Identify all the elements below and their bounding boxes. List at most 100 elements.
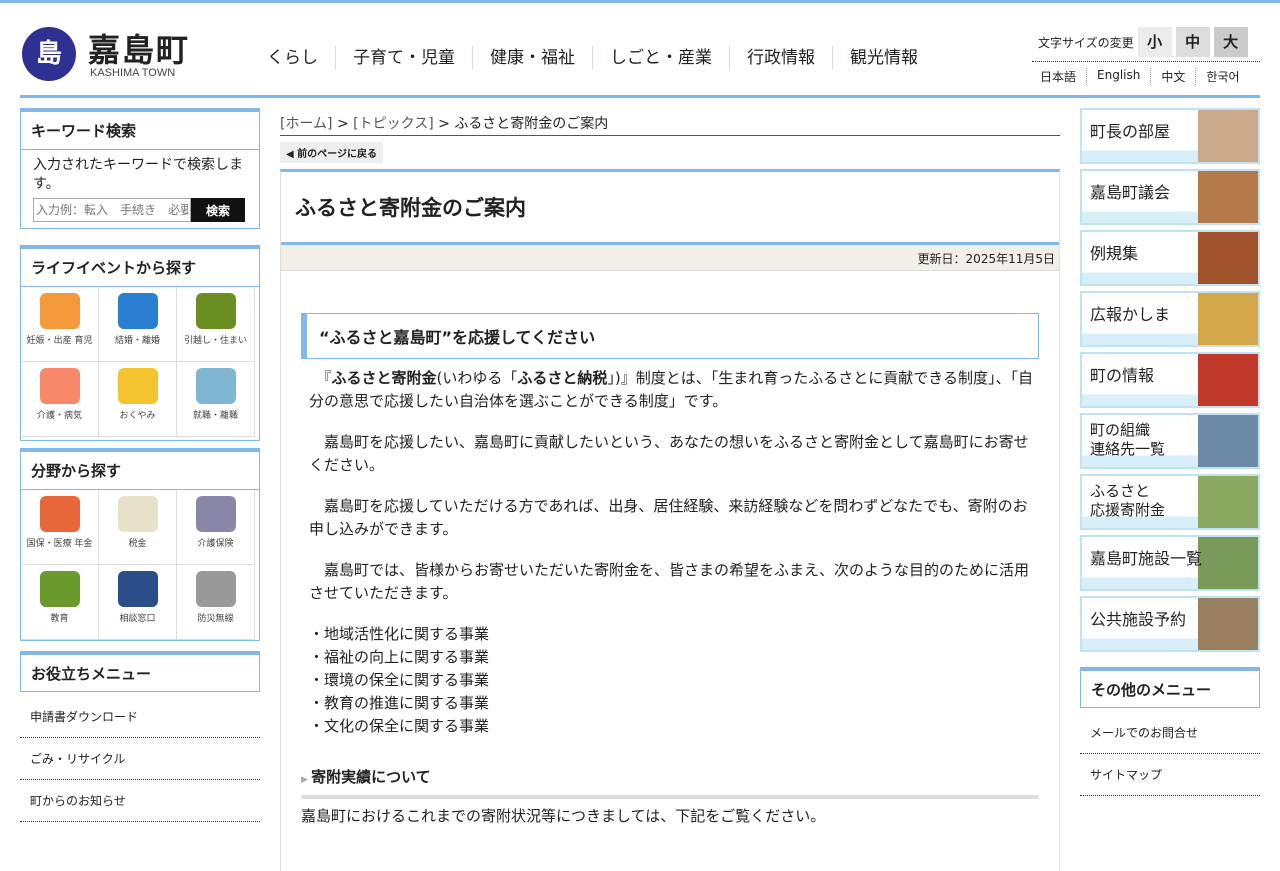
field-item-icon: [195, 571, 236, 607]
banner-label: 広報かしま: [1090, 305, 1171, 324]
list-item: ・文化の保全に関する事業: [309, 717, 490, 735]
field-item-label: 国保・医療 年金: [26, 539, 93, 549]
life-item[interactable]: 介護・病気: [21, 362, 99, 437]
banner-label: 町の情報: [1090, 366, 1155, 385]
paragraph-5: 嘉島町におけるこれまでの寄附状況等につきましては、下記をご覧ください。: [301, 807, 826, 825]
site-logo[interactable]: 島 嘉島町 KASHIMA TOWN: [22, 25, 192, 83]
life-item-icon: [117, 293, 158, 329]
field-box: 分野から探す 国保・医療 年金 税金 介護保険教育 相談窓口 防災無線: [20, 448, 260, 641]
field-item-icon: [39, 496, 80, 532]
field-item[interactable]: 防災無線: [177, 565, 255, 640]
banner-image: [1198, 537, 1258, 589]
menu-item-garbage[interactable]: ごみ・リサイクル: [20, 738, 260, 780]
breadcrumb-sep: >: [433, 116, 455, 132]
list-item: ・地域活性化に関する事業: [309, 625, 490, 643]
keyword-search: キーワード検索 入力されたキーワードで検索します。 検索: [20, 108, 260, 229]
field-item-icon: [195, 496, 236, 532]
nav-shigoto[interactable]: しごと・産業: [592, 46, 729, 70]
font-size-control: 文字サイズの変更 小 中 大: [1038, 27, 1248, 57]
banner-image: [1198, 598, 1258, 650]
search-input[interactable]: [33, 198, 191, 222]
menu-item-mail[interactable]: メールでのお問合せ: [1080, 712, 1260, 754]
field-item-label: 税金: [128, 539, 147, 549]
logo-subtitle: KASHIMA TOWN: [90, 67, 176, 79]
field-item-icon: [117, 571, 158, 607]
triangle-icon: ▶: [301, 775, 312, 785]
life-item-label: 結婚・離婚: [114, 336, 160, 346]
banner-8[interactable]: 公共施設予約: [1080, 596, 1260, 652]
banner-image: [1198, 110, 1258, 162]
menu-item-notice[interactable]: 町からのお知らせ: [20, 780, 260, 822]
field-item[interactable]: 教育: [21, 565, 99, 640]
lang-chinese[interactable]: 中文: [1150, 68, 1195, 85]
font-small-button[interactable]: 小: [1137, 27, 1172, 57]
menu-item-download[interactable]: 申請書ダウンロード: [20, 696, 260, 738]
paragraph-3: 嘉島町を応援していただける方であれば、出身、居住経験、来訪経験などを問わずどなた…: [309, 497, 1028, 538]
font-medium-button[interactable]: 中: [1175, 27, 1210, 57]
article-body: “ふるさと嘉島町”を応援してください 『ふるさと寄附金(いわゆる「ふるさと納税」…: [280, 271, 1060, 871]
banner-7[interactable]: 嘉島町施設一覧: [1080, 535, 1260, 591]
nav-kanko[interactable]: 観光情報: [832, 46, 935, 70]
banner-label: 嘉島町施設一覧: [1090, 549, 1203, 568]
font-size-label: 文字サイズの変更: [1038, 35, 1134, 50]
life-item[interactable]: おくやみ: [99, 362, 177, 437]
banner-label: 町長の部屋: [1090, 122, 1171, 141]
paragraph-1: 『ふるさと寄附金(いわゆる「ふるさと納税」)』制度とは、「生まれ育ったふるさとに…: [309, 369, 1033, 410]
life-item[interactable]: 妊娠・出産 育児: [21, 287, 99, 362]
field-title: 分野から探す: [21, 452, 259, 490]
banner-image: [1198, 354, 1258, 406]
header-divider: [20, 95, 1260, 98]
life-item[interactable]: 就職・離職: [177, 362, 255, 437]
arrow-left-icon: ◀: [286, 149, 298, 160]
banner-4[interactable]: 町の情報: [1080, 352, 1260, 408]
menu-item-sitemap[interactable]: サイトマップ: [1080, 754, 1260, 796]
life-item-icon: [195, 368, 236, 404]
keyword-search-title: キーワード検索: [21, 112, 259, 150]
life-item-icon: [39, 293, 80, 329]
banner-label: 嘉島町議会: [1090, 183, 1171, 202]
banner-5[interactable]: 町の組織 連絡先一覧: [1080, 413, 1260, 469]
banner-1[interactable]: 嘉島町議会: [1080, 169, 1260, 225]
life-item-label: 引越し・住まい: [183, 336, 247, 346]
other-menu: その他のメニュー メールでのお問合せ サイトマップ: [1080, 667, 1260, 796]
banner-image: [1198, 293, 1258, 345]
nav-kurashi[interactable]: くらし: [250, 46, 335, 70]
list-item: ・教育の推進に関する事業: [309, 694, 490, 712]
life-item[interactable]: 結婚・離婚: [99, 287, 177, 362]
nav-gyosei[interactable]: 行政情報: [729, 46, 832, 70]
paragraph-4: 嘉島町では、皆様からお寄せいただいた寄附金を、皆さまの希望をふまえ、次のような目…: [309, 561, 1030, 602]
field-item-label: 相談窓口: [119, 614, 156, 624]
other-menu-title: その他のメニュー: [1080, 667, 1260, 708]
life-item-icon: [39, 368, 80, 404]
banner-3[interactable]: 広報かしま: [1080, 291, 1260, 347]
field-item[interactable]: 税金: [99, 490, 177, 565]
lang-english[interactable]: English: [1086, 68, 1150, 85]
breadcrumb-topics[interactable]: [トピックス]: [353, 116, 434, 132]
search-button[interactable]: 検索: [191, 198, 245, 222]
field-item-label: 介護保険: [197, 539, 234, 549]
banner-label: 公共施設予約: [1090, 610, 1187, 629]
global-nav: くらし 子育て・児童 健康・福祉 しごと・産業 行政情報 観光情報: [250, 46, 935, 70]
nav-kenko[interactable]: 健康・福祉: [472, 46, 592, 70]
life-event-title: ライフイベントから探す: [21, 249, 259, 287]
banner-6[interactable]: ふるさと 応援寄附金: [1080, 474, 1260, 530]
back-button[interactable]: ◀ 前のページに戻る: [280, 142, 383, 163]
logo-mark: 島: [22, 27, 76, 81]
lang-korean[interactable]: 한국어: [1195, 68, 1249, 85]
useful-menu: お役立ちメニュー 申請書ダウンロード ごみ・リサイクル 町からのお知らせ: [20, 651, 260, 822]
keyword-search-desc: 入力されたキーワードで検索します。: [33, 157, 243, 192]
field-item[interactable]: 相談窓口: [99, 565, 177, 640]
field-item-label: 防災無線: [197, 614, 234, 624]
title-box: ふるさと寄附金のご案内 更新日：2025年11月5日: [280, 169, 1060, 271]
banner-0[interactable]: 町長の部屋: [1080, 108, 1260, 164]
field-item[interactable]: 介護保険: [177, 490, 255, 565]
banner-2[interactable]: 例規集: [1080, 230, 1260, 286]
main-content: [ホーム] > [トピックス] > ふるさと寄附金のご案内 ◀ 前のページに戻る…: [280, 113, 1060, 871]
breadcrumb-home[interactable]: [ホーム]: [280, 116, 333, 132]
font-large-button[interactable]: 大: [1213, 27, 1248, 57]
field-item[interactable]: 国保・医療 年金: [21, 490, 99, 565]
logo-title: 嘉島町: [88, 31, 191, 69]
nav-kosodate[interactable]: 子育て・児童: [335, 46, 472, 70]
life-item[interactable]: 引越し・住まい: [177, 287, 255, 362]
lang-japanese[interactable]: 日本語: [1032, 68, 1086, 85]
